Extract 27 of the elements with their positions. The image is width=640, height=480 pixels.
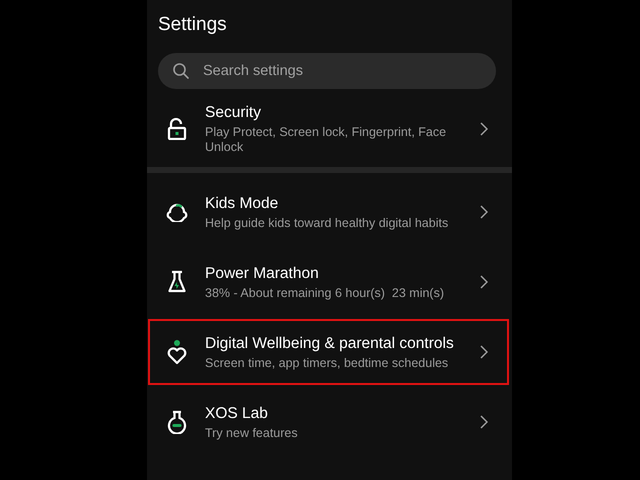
settings-item[interactable]: XOS Lab Try new features <box>148 389 509 455</box>
page-title: Settings <box>157 13 228 37</box>
item-title: Power Marathon <box>205 264 320 284</box>
item-subtitle: Try new features <box>205 426 299 440</box>
flask-icon <box>166 410 188 434</box>
settings-item[interactable]: Kids Mode Help guide kids toward healthy digital habits <box>148 179 509 245</box>
chevron-right-icon <box>480 345 488 359</box>
item-subtitle: 38% - About remaining 6 hour(s) 23 min(s) <box>205 286 445 300</box>
item-title: XOS Lab <box>205 404 269 424</box>
padlock-icon <box>166 118 186 140</box>
chevron-right-icon <box>480 122 488 136</box>
heart-icon <box>166 339 186 365</box>
kids-icon <box>164 202 188 222</box>
search-field[interactable]: Search settings <box>158 53 496 89</box>
item-title: Kids Mode <box>205 194 280 214</box>
item-subtitle: Screen time, app timers, bedtime schedules <box>205 356 450 370</box>
settings-item[interactable]: Security Play Protect, Screen lock, Fingerprint, Face Unlock <box>148 95 509 163</box>
item-title: Digital Wellbeing & parental controls <box>205 334 455 354</box>
item-subtitle: Play Protect, Screen lock, Fingerprint, Face Unlock <box>205 125 448 155</box>
item-title: Security <box>205 103 262 123</box>
chevron-right-icon <box>480 415 488 429</box>
settings-item[interactable]: Digital Wellbeing & parental controls Screen time, app timers, bedtime schedules <box>148 319 509 385</box>
settings-item[interactable]: Power Marathon 38% - About remaining 6 hour(s) 23 min(s) <box>148 249 509 315</box>
chevron-right-icon <box>480 205 488 219</box>
item-subtitle: Help guide kids toward healthy digital habits <box>205 216 450 230</box>
chevron-right-icon <box>480 275 488 289</box>
flask-icon <box>166 270 186 294</box>
